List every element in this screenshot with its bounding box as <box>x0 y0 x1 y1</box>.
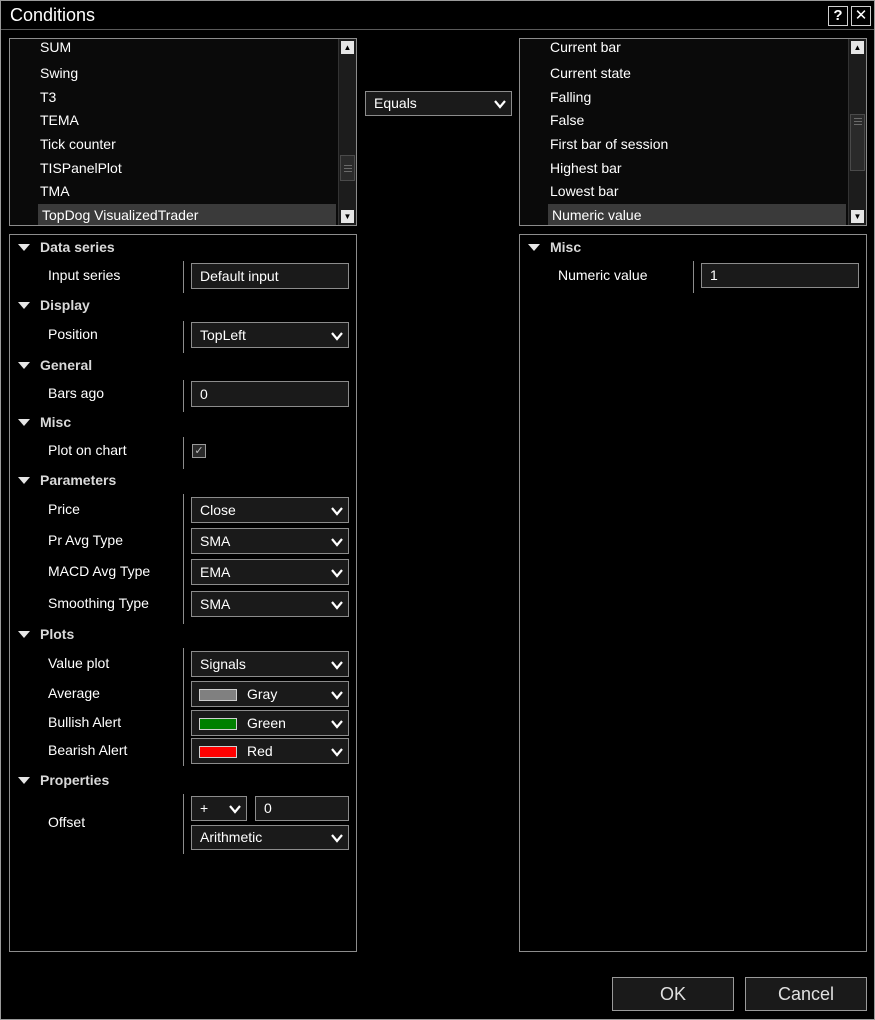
indicator-list[interactable]: SUM Swing T3 TEMA Tick counter TISPanelP… <box>9 38 357 226</box>
offset-label: Offset <box>48 814 86 830</box>
bullish-alert-label: Bullish Alert <box>48 714 122 730</box>
chevron-down-icon <box>331 507 343 516</box>
scroll-down-icon[interactable]: ▼ <box>851 210 864 223</box>
offset-value-field[interactable]: 0 <box>255 796 349 821</box>
operator-select[interactable]: Equals <box>365 91 512 116</box>
collapse-triangle-icon[interactable] <box>18 302 30 309</box>
scroll-thumb[interactable] <box>850 114 865 171</box>
list-item[interactable]: Falling <box>550 86 591 108</box>
bars-ago-label: Bars ago <box>48 385 105 401</box>
operator-value: Equals <box>374 95 417 111</box>
value-plot-label: Value plot <box>48 655 110 671</box>
chevron-down-icon <box>331 569 343 578</box>
color-swatch <box>199 718 237 730</box>
price-label: Price <box>48 501 80 517</box>
color-swatch <box>199 746 237 758</box>
value-plot-select[interactable]: Signals <box>191 651 349 677</box>
bearish-alert-label: Bearish Alert <box>48 742 128 758</box>
scroll-up-icon[interactable]: ▲ <box>341 41 354 54</box>
category-misc[interactable]: Misc <box>10 412 356 434</box>
macd-avg-type-select[interactable]: EMA <box>191 559 349 585</box>
chevron-down-icon <box>331 720 343 729</box>
chevron-down-icon <box>331 748 343 757</box>
scroll-down-icon[interactable]: ▼ <box>341 210 354 223</box>
list-item[interactable]: TEMA <box>40 109 79 131</box>
smoothing-type-label: Smoothing Type <box>48 595 149 611</box>
collapse-triangle-icon[interactable] <box>18 777 30 784</box>
collapse-triangle-icon[interactable] <box>18 631 30 638</box>
chevron-down-icon <box>331 601 343 610</box>
value-list[interactable]: Current bar Current state Falling False … <box>519 38 867 226</box>
list-item-selected[interactable]: TopDog VisualizedTrader <box>38 204 336 225</box>
collapse-triangle-icon[interactable] <box>528 244 540 251</box>
indicator-properties-grid: Data series Input series Default input D… <box>9 234 357 952</box>
chevron-down-icon <box>331 691 343 700</box>
category-data-series[interactable]: Data series <box>10 237 356 259</box>
title-bar[interactable]: Conditions ? ✕ <box>1 1 874 30</box>
list-item[interactable]: Swing <box>40 62 78 84</box>
scroll-up-icon[interactable]: ▲ <box>851 41 864 54</box>
category-display[interactable]: Display <box>10 295 356 317</box>
numeric-value-field[interactable]: 1 <box>701 263 859 288</box>
list-item[interactable]: Lowest bar <box>550 180 618 202</box>
bearish-alert-color-select[interactable]: Red <box>191 738 349 764</box>
color-swatch <box>199 689 237 701</box>
offset-type-select[interactable]: Arithmetic <box>191 825 349 850</box>
pr-avg-type-label: Pr Avg Type <box>48 532 123 548</box>
chevron-down-icon <box>331 538 343 547</box>
collapse-triangle-icon[interactable] <box>18 362 30 369</box>
numeric-value-label: Numeric value <box>558 267 648 283</box>
indicator-list-scrollbar[interactable]: ▲ ▼ <box>338 39 356 225</box>
average-color-select[interactable]: Gray <box>191 681 349 707</box>
offset-sign-select[interactable]: + <box>191 796 247 821</box>
help-button[interactable]: ? <box>828 6 848 26</box>
value-properties-grid: Misc Numeric value 1 <box>519 234 867 952</box>
list-item[interactable]: First bar of session <box>550 133 668 155</box>
collapse-triangle-icon[interactable] <box>18 244 30 251</box>
input-series-field[interactable]: Default input <box>191 263 349 289</box>
conditions-dialog: Conditions ? ✕ SUM Swing T3 TEMA Tick co… <box>0 0 875 1020</box>
bars-ago-field[interactable]: 0 <box>191 381 349 407</box>
category-general[interactable]: General <box>10 355 356 377</box>
list-item[interactable]: T3 <box>40 86 56 108</box>
input-series-label: Input series <box>48 267 121 283</box>
pr-avg-type-select[interactable]: SMA <box>191 528 349 554</box>
list-item[interactable]: TMA <box>40 180 70 202</box>
list-item[interactable]: SUM <box>40 39 71 58</box>
list-item[interactable]: Highest bar <box>550 157 622 179</box>
chevron-down-icon <box>494 100 506 109</box>
collapse-triangle-icon[interactable] <box>18 419 30 426</box>
chevron-down-icon <box>331 661 343 670</box>
plot-on-chart-checkbox[interactable]: ✓ <box>192 444 206 458</box>
category-misc[interactable]: Misc <box>520 237 866 259</box>
list-item-selected[interactable]: Numeric value <box>548 204 846 225</box>
macd-avg-type-label: MACD Avg Type <box>48 563 151 579</box>
collapse-triangle-icon[interactable] <box>18 477 30 484</box>
bullish-alert-color-select[interactable]: Green <box>191 710 349 736</box>
window-title: Conditions <box>10 5 96 25</box>
position-label: Position <box>48 326 98 342</box>
average-label: Average <box>48 685 100 701</box>
cancel-button[interactable]: Cancel <box>745 977 867 1011</box>
close-button[interactable]: ✕ <box>851 6 871 26</box>
position-select[interactable]: TopLeft <box>191 322 349 348</box>
list-item[interactable]: Current bar <box>550 39 621 58</box>
category-plots[interactable]: Plots <box>10 624 356 646</box>
smoothing-type-select[interactable]: SMA <box>191 591 349 617</box>
chevron-down-icon <box>331 834 343 843</box>
list-item[interactable]: Tick counter <box>40 133 116 155</box>
chevron-down-icon <box>331 332 343 341</box>
ok-button[interactable]: OK <box>612 977 734 1011</box>
list-item[interactable]: Current state <box>550 62 631 84</box>
value-list-scrollbar[interactable]: ▲ ▼ <box>848 39 866 225</box>
list-item[interactable]: TISPanelPlot <box>40 157 122 179</box>
category-parameters[interactable]: Parameters <box>10 470 356 492</box>
scroll-thumb[interactable] <box>340 155 355 181</box>
plot-on-chart-label: Plot on chart <box>48 442 127 458</box>
chevron-down-icon <box>229 805 241 814</box>
category-properties[interactable]: Properties <box>10 770 356 792</box>
price-select[interactable]: Close <box>191 497 349 523</box>
list-item[interactable]: False <box>550 109 584 131</box>
